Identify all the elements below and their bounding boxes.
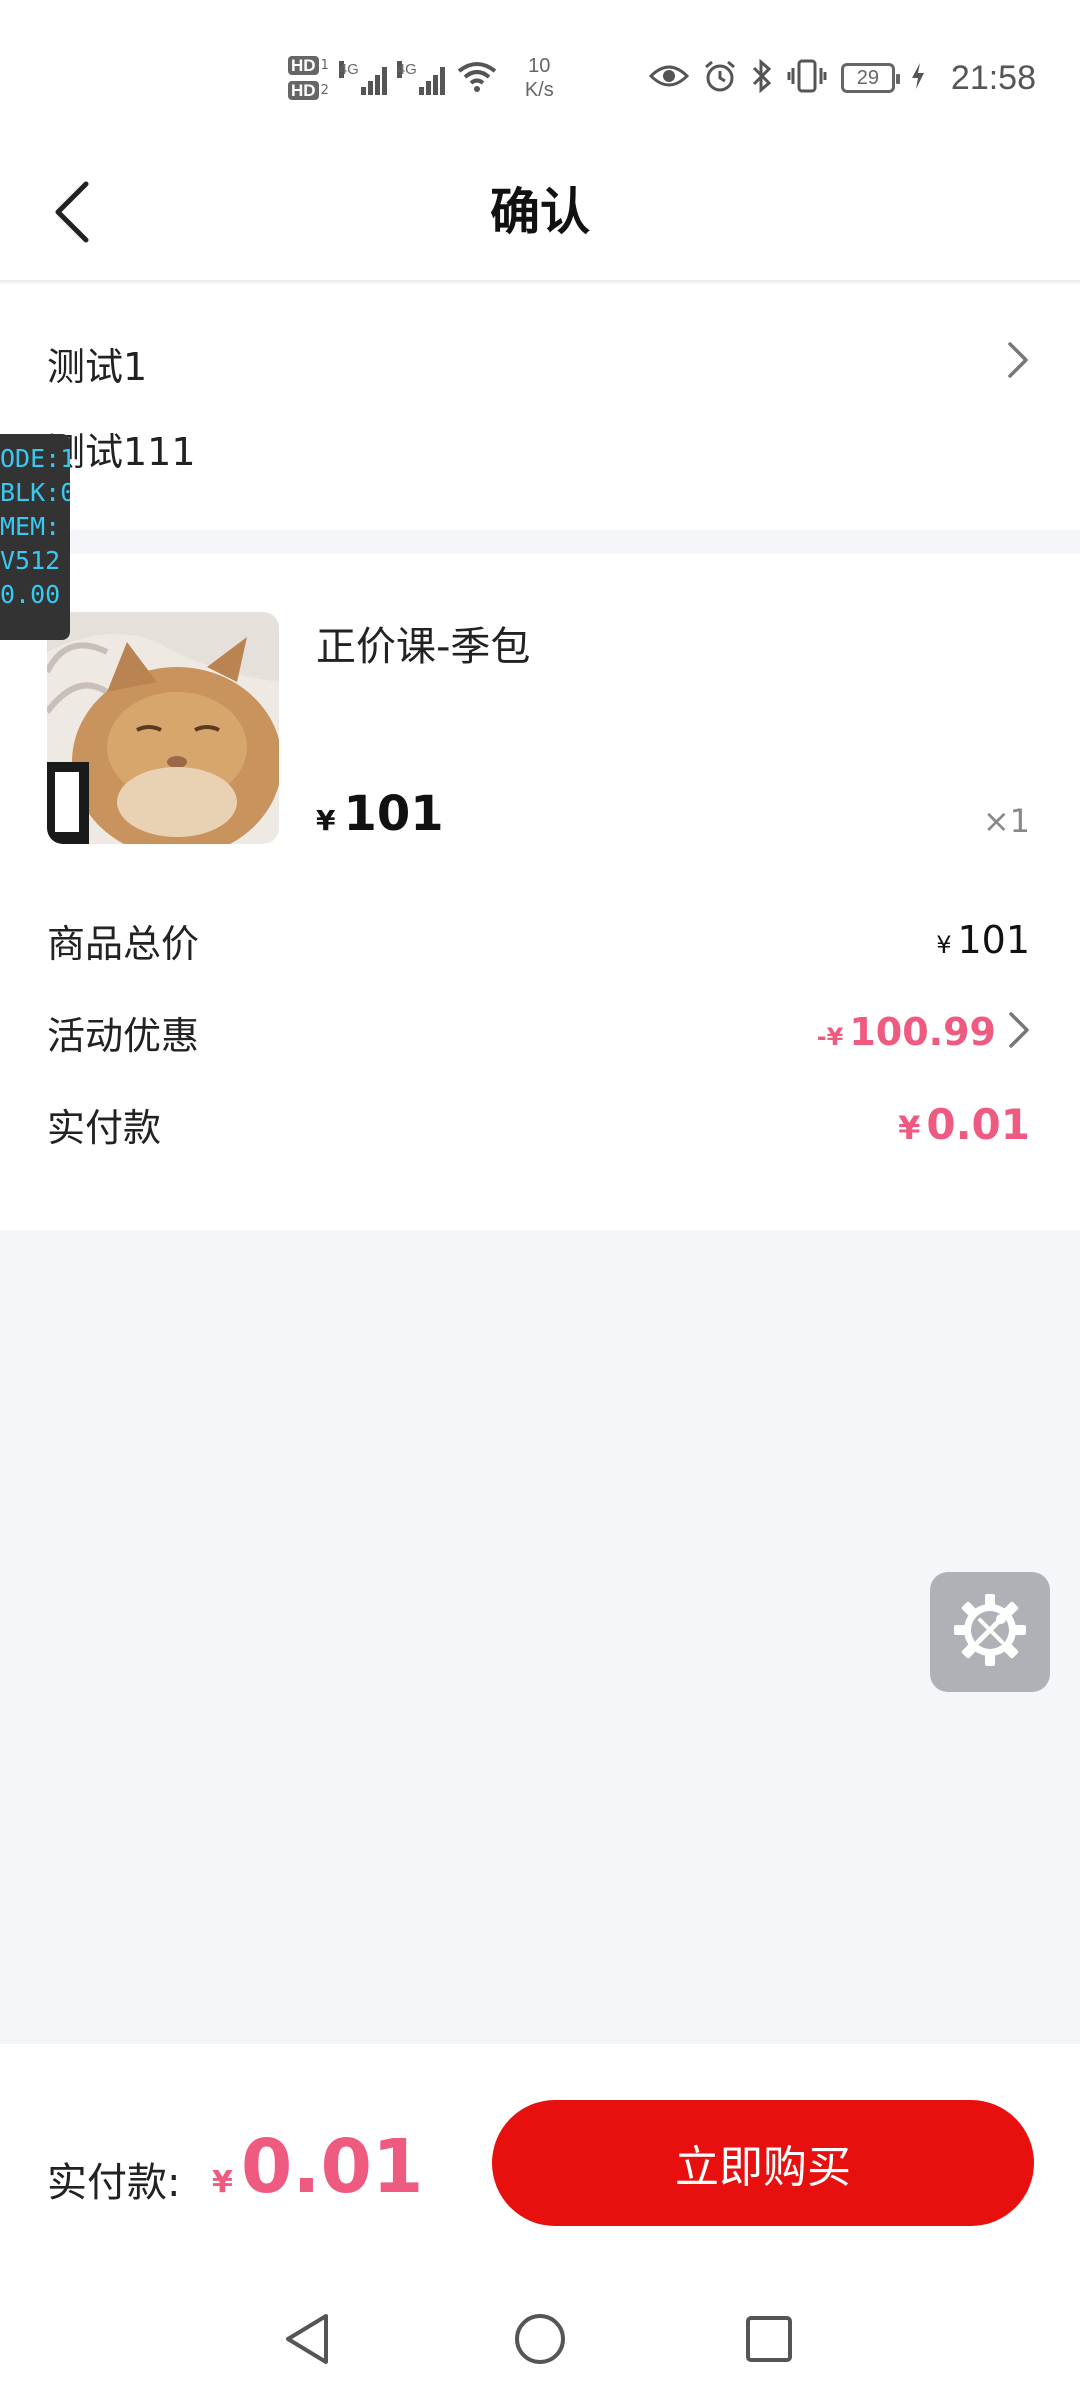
address-line-1: 测试1	[47, 345, 148, 389]
page-title: 确认	[490, 183, 590, 241]
status-left: HD 1 HD 2 4G 4G 10 K/s	[288, 46, 554, 110]
product-name: 正价课-季包	[316, 624, 531, 670]
battery-icon: 29	[840, 63, 900, 93]
status-bar: HD 1 HD 2 4G 4G 10 K/s 29 21:58	[0, 0, 1080, 150]
address-section[interactable]: 测试1 测试111	[0, 284, 1080, 530]
product-quantity: ×1	[982, 802, 1030, 840]
bottom-paid-label: 实付款:	[47, 2160, 181, 2206]
product-price: ¥ 101	[316, 786, 444, 842]
bluetooth-icon	[751, 58, 773, 97]
bottom-paid-amount: ¥ 0.01	[212, 2124, 424, 2210]
nav-recents-button[interactable]	[734, 2306, 804, 2376]
bottom-bar: 实付款: ¥ 0.01 立即购买	[0, 2044, 1080, 2284]
paid-value: ¥ 0.01	[898, 1099, 1030, 1149]
dev-tools-button[interactable]	[930, 1572, 1050, 1692]
row-paid-amount: 实付款 ¥ 0.01	[47, 1094, 1030, 1154]
hd1-indicator: HD 1	[288, 56, 329, 75]
total-price-value: ¥ 101	[936, 918, 1030, 962]
hd2-indicator: HD 2	[288, 81, 329, 100]
product-image	[47, 612, 279, 844]
charging-icon	[909, 61, 927, 95]
paid-label: 实付款	[47, 1105, 162, 1150]
circle-home-icon	[513, 2312, 567, 2370]
product-price-value: 101	[343, 786, 444, 842]
row-discount[interactable]: 活动优惠 -¥ 100.99	[47, 1002, 1030, 1062]
buy-now-button[interactable]: 立即购买	[492, 2100, 1034, 2226]
square-recents-icon	[744, 2314, 794, 2368]
header: 确认	[0, 150, 1080, 282]
hd-indicators: HD 1 HD 2	[288, 56, 329, 100]
chevron-right-icon	[1006, 340, 1030, 384]
nav-back-button[interactable]	[272, 2306, 342, 2376]
currency-symbol: ¥	[316, 804, 336, 837]
discount-value: -¥ 100.99	[816, 1010, 996, 1054]
network-speed: 10 K/s	[524, 55, 554, 101]
discount-label: 活动优惠	[47, 1013, 200, 1058]
discount-value-wrap: -¥ 100.99	[817, 1010, 1030, 1054]
wifi-icon	[455, 59, 499, 97]
alarm-icon	[703, 59, 737, 97]
gear-tools-icon	[950, 1590, 1030, 1674]
signal-1-icon: 4G	[338, 61, 387, 95]
eye-icon	[648, 61, 690, 95]
vibrate-icon	[787, 59, 827, 97]
nav-home-button[interactable]	[505, 2306, 575, 2376]
chevron-right-icon	[1008, 1011, 1030, 1053]
product-card: 正价课-季包 ¥ 101 ×1 商品总价 ¥ 101 活动优惠 -¥ 100.9…	[0, 554, 1080, 1230]
triangle-back-icon	[282, 2312, 332, 2370]
status-right: 29 21:58	[648, 54, 1036, 102]
signal-2-icon: 4G	[396, 61, 445, 95]
clock: 21:58	[950, 58, 1036, 97]
total-price-label: 商品总价	[47, 921, 200, 966]
system-nav-bar	[0, 2284, 1080, 2400]
row-total-price: 商品总价 ¥ 101	[47, 910, 1030, 970]
debug-overlay[interactable]: ODE:1 BLK:0 MEM: V512 0.00	[0, 434, 70, 640]
